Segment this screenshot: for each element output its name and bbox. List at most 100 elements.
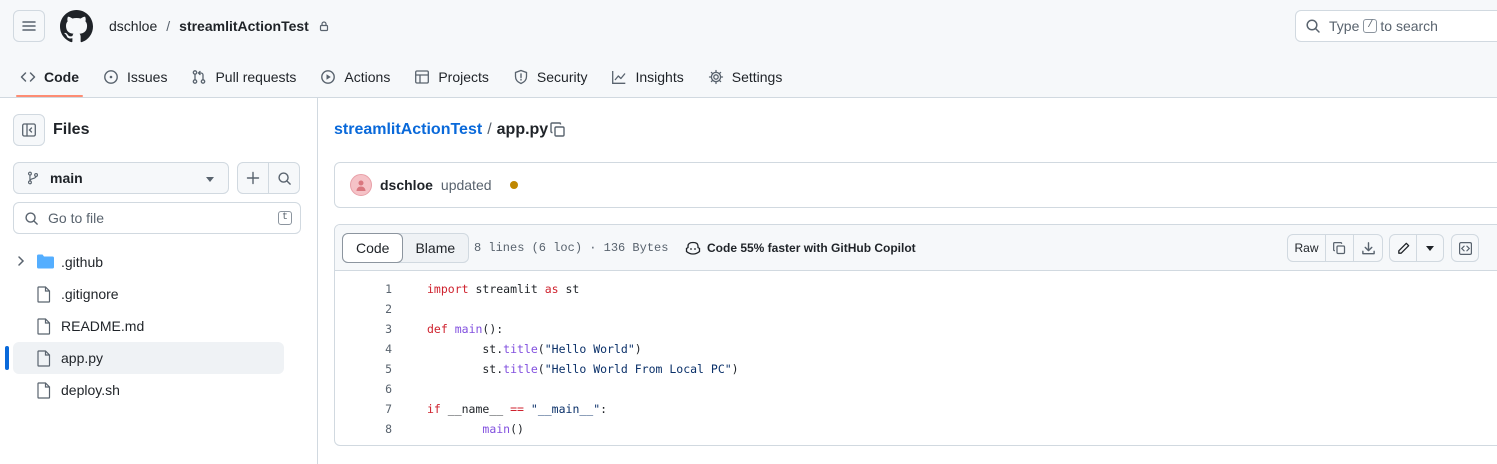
go-to-file-placeholder: Go to file bbox=[48, 210, 105, 226]
tree-item-label: .github bbox=[61, 254, 104, 270]
tab-pull-requests[interactable]: Pull requests bbox=[179, 58, 308, 96]
code-line: 8 main() bbox=[335, 419, 1497, 439]
repo-breadcrumb: dschloe / streamlitActionTest bbox=[109, 18, 330, 34]
github-logo-icon[interactable] bbox=[60, 10, 93, 43]
blame-view-button[interactable]: Blame bbox=[402, 234, 468, 262]
line-number[interactable]: 1 bbox=[335, 282, 392, 296]
file-icon bbox=[37, 382, 51, 399]
chevron-right-icon[interactable] bbox=[15, 255, 27, 267]
path-repo-link[interactable]: streamlitActionTest bbox=[334, 121, 482, 139]
line-number[interactable]: 3 bbox=[335, 322, 392, 336]
line-number[interactable]: 2 bbox=[335, 302, 392, 316]
user-avatar-icon bbox=[356, 180, 366, 191]
code-view: 1 import streamlit as st 2 3 def main():… bbox=[335, 271, 1497, 439]
code-line: 5 st.title("Hello World From Local PC") bbox=[335, 359, 1497, 379]
app-header: dschloe / streamlitActionTest Type / to … bbox=[0, 0, 1497, 98]
copilot-promo-link[interactable]: Code 55% faster with GitHub Copilot bbox=[685, 240, 916, 256]
collapse-sidebar-button[interactable] bbox=[13, 114, 45, 146]
avatar[interactable] bbox=[350, 174, 372, 196]
tab-insights[interactable]: Insights bbox=[599, 58, 695, 96]
line-code: def main(): bbox=[427, 322, 504, 336]
tab-issues-label: Issues bbox=[127, 69, 168, 85]
shield-icon bbox=[514, 69, 528, 85]
path-separator: / bbox=[487, 121, 492, 138]
copilot-promo-text: Code 55% faster with GitHub Copilot bbox=[707, 241, 916, 255]
tree-item-github-folder[interactable]: .github bbox=[0, 246, 318, 278]
copy-icon bbox=[1333, 241, 1346, 254]
code-view-button[interactable]: Code bbox=[342, 233, 404, 263]
file-icon bbox=[37, 318, 51, 335]
tab-actions[interactable]: Actions bbox=[308, 58, 402, 96]
line-number[interactable]: 4 bbox=[335, 342, 392, 356]
latest-commit-box: dschloe updated bbox=[334, 162, 1497, 208]
line-code: st.title("Hello World") bbox=[427, 342, 642, 356]
tab-issues[interactable]: Issues bbox=[91, 58, 179, 96]
git-pull-request-icon bbox=[193, 70, 206, 84]
line-number[interactable]: 7 bbox=[335, 402, 392, 416]
tab-code-label: Code bbox=[44, 69, 79, 85]
copy-path-icon[interactable] bbox=[549, 121, 567, 139]
play-icon bbox=[321, 70, 336, 84]
tree-item-label: README.md bbox=[61, 318, 145, 334]
edit-file-button[interactable] bbox=[1390, 235, 1418, 261]
commit-message[interactable]: updated bbox=[441, 177, 492, 193]
breadcrumb-separator: / bbox=[166, 18, 171, 34]
issue-opened-icon bbox=[104, 70, 118, 84]
tree-item-deploy-sh[interactable]: deploy.sh bbox=[0, 374, 318, 406]
hamburger-icon bbox=[22, 21, 36, 31]
edit-dropdown-button[interactable] bbox=[1417, 235, 1443, 261]
pencil-icon bbox=[1397, 242, 1410, 254]
branch-selector[interactable]: main bbox=[13, 162, 229, 194]
search-files-button[interactable] bbox=[268, 162, 300, 194]
go-to-file-shortcut: t bbox=[277, 211, 292, 225]
line-number[interactable]: 5 bbox=[335, 362, 392, 376]
download-button[interactable] bbox=[1354, 235, 1382, 261]
tree-row-app-py: app.py bbox=[0, 342, 318, 374]
add-file-button[interactable] bbox=[237, 162, 269, 194]
gear-icon bbox=[708, 69, 723, 85]
lock-icon bbox=[319, 21, 328, 32]
code-line: 3 def main(): bbox=[335, 319, 1497, 339]
tree-item-label: deploy.sh bbox=[61, 382, 120, 398]
copilot-icon bbox=[685, 241, 701, 255]
symbols-group bbox=[1451, 234, 1479, 262]
search-shortcut-key: / bbox=[1363, 19, 1378, 33]
tab-security-label: Security bbox=[536, 69, 588, 85]
triangle-down-icon bbox=[1426, 245, 1435, 251]
symbols-panel-button[interactable] bbox=[1452, 235, 1478, 261]
line-number[interactable]: 6 bbox=[335, 382, 392, 396]
tree-item-gitignore[interactable]: .gitignore bbox=[0, 278, 318, 310]
go-to-file-input[interactable]: Go to file t bbox=[13, 202, 301, 234]
line-code: main() bbox=[482, 422, 524, 436]
tree-item-readme[interactable]: README.md bbox=[0, 310, 318, 342]
files-heading: Files bbox=[53, 121, 90, 138]
tab-projects[interactable]: Projects bbox=[402, 58, 501, 96]
search-icon bbox=[277, 171, 291, 185]
tree-item-label: app.py bbox=[61, 350, 104, 366]
file-header: Code Blame 8 lines (6 loc) · 136 Bytes C… bbox=[335, 225, 1497, 271]
menu-button[interactable] bbox=[13, 10, 45, 42]
owner-link[interactable]: dschloe bbox=[109, 18, 157, 34]
code-square-icon bbox=[1458, 241, 1472, 255]
global-search-input[interactable]: Type / to search bbox=[1295, 10, 1497, 42]
file-tree: .github .gitignore README.md app.py depl… bbox=[0, 246, 318, 406]
tab-projects-label: Projects bbox=[438, 69, 489, 85]
line-code: if __name__ == "__main__": bbox=[427, 402, 608, 416]
code-line: 2 bbox=[335, 299, 1497, 319]
tab-security[interactable]: Security bbox=[501, 58, 600, 96]
search-icon bbox=[1306, 19, 1320, 33]
tab-settings[interactable]: Settings bbox=[696, 58, 795, 96]
code-line: 6 bbox=[335, 379, 1497, 399]
repo-link[interactable]: streamlitActionTest bbox=[179, 18, 309, 34]
line-number[interactable]: 8 bbox=[335, 422, 392, 436]
raw-button[interactable]: Raw bbox=[1288, 235, 1326, 261]
branch-name: main bbox=[50, 170, 83, 186]
commit-status-dot[interactable] bbox=[509, 181, 518, 189]
tab-code[interactable]: Code bbox=[8, 58, 91, 97]
commit-author[interactable]: dschloe bbox=[380, 177, 433, 193]
tab-actions-label: Actions bbox=[344, 69, 391, 85]
file-icon bbox=[37, 286, 51, 303]
copy-raw-button[interactable] bbox=[1326, 235, 1354, 261]
tree-item-app-py[interactable]: app.py bbox=[13, 342, 284, 374]
tree-item-label: .gitignore bbox=[61, 286, 119, 302]
